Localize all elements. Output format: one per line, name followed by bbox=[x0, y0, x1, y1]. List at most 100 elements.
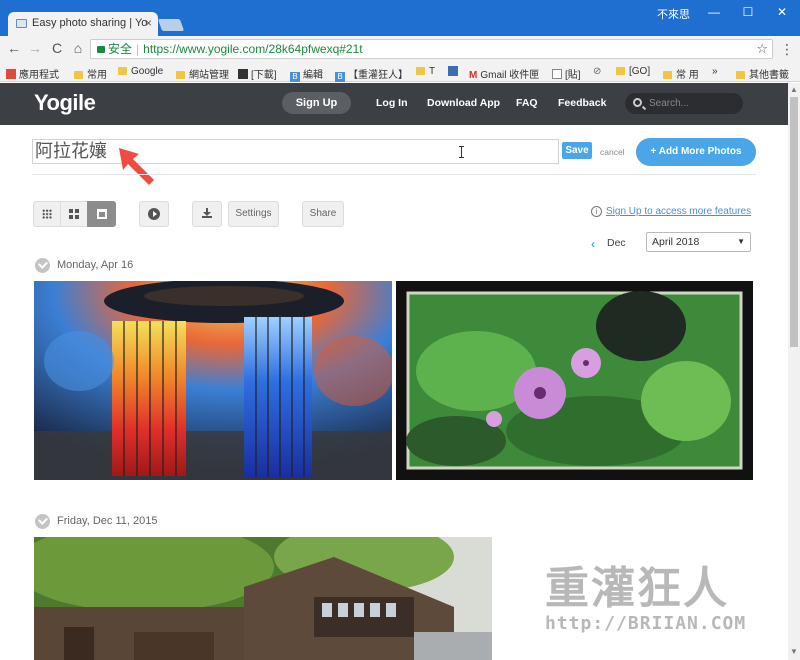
bookmark-star-icon[interactable]: ☆ bbox=[756, 40, 768, 58]
folder-icon bbox=[176, 71, 185, 79]
bookmark-item[interactable]: T bbox=[416, 66, 435, 77]
settings-button[interactable]: Settings bbox=[228, 201, 279, 227]
bookmark-item[interactable] bbox=[448, 66, 461, 78]
album-title-input[interactable]: 阿拉花孃 bbox=[32, 139, 559, 164]
chevron-down-icon: ▼ bbox=[737, 237, 745, 246]
maximize-icon[interactable]: ☐ bbox=[738, 4, 758, 20]
bookmark-item[interactable]: B 【重灌狂人】 bbox=[335, 66, 408, 82]
grid-squares-icon bbox=[69, 209, 79, 219]
prev-month-label[interactable]: Dec bbox=[607, 237, 626, 249]
grid-dots-icon bbox=[42, 209, 52, 219]
bookmark-item[interactable]: [下載] bbox=[238, 66, 277, 81]
folder-icon bbox=[74, 71, 83, 79]
view-calendar-button[interactable] bbox=[87, 201, 116, 227]
bookmark-item[interactable]: 常 用 bbox=[663, 66, 699, 81]
select-day-check-icon[interactable] bbox=[35, 258, 50, 273]
text-cursor-icon bbox=[459, 146, 464, 158]
search-input[interactable]: Search... bbox=[625, 93, 743, 114]
add-more-photos-button[interactable]: + Add More Photos bbox=[636, 138, 756, 166]
bookmark-item[interactable]: M Gmail 收件匣 bbox=[469, 66, 539, 81]
share-button[interactable]: Share bbox=[302, 201, 344, 227]
watermark-chinese: 重灌狂人 bbox=[545, 563, 729, 614]
secure-label: 安全 bbox=[108, 42, 133, 56]
dome-of-light-photo bbox=[34, 281, 392, 480]
bookmark-item[interactable]: B 編輯 bbox=[290, 66, 323, 82]
info-icon: i bbox=[591, 206, 602, 217]
folder-icon bbox=[663, 71, 672, 79]
bookmark-item[interactable]: 網站管理 bbox=[176, 66, 229, 81]
search-placeholder: Search... bbox=[649, 98, 690, 109]
bookmark-item[interactable]: ⊘ bbox=[593, 66, 604, 77]
wooden-building-photo bbox=[34, 537, 492, 660]
page-scrollbar[interactable]: ▲ ▼ bbox=[788, 83, 800, 660]
browser-toolbar: ← → C ⌂ 安全 | https://www.yogile.com/28k64p… bbox=[0, 36, 800, 62]
site-icon bbox=[238, 69, 248, 79]
folder-icon bbox=[118, 67, 127, 75]
profile-name[interactable]: 不來思 bbox=[657, 6, 690, 22]
scroll-down-icon[interactable]: ▼ bbox=[790, 647, 798, 656]
url-text: https://www.yogile.com/28k64pfwexq#21t bbox=[143, 42, 363, 56]
bookmark-apps[interactable]: 應用程式 bbox=[6, 66, 59, 81]
signup-button[interactable]: Sign Up bbox=[282, 92, 351, 114]
divider bbox=[32, 174, 756, 175]
play-icon bbox=[148, 208, 160, 220]
watermark-url: http://BRIIAN.COM bbox=[545, 613, 747, 634]
folder-icon bbox=[736, 71, 745, 79]
photo-thumbnail[interactable] bbox=[396, 281, 753, 480]
bookmarks-overflow[interactable]: » bbox=[712, 66, 718, 77]
cancel-link[interactable]: cancel bbox=[600, 147, 625, 157]
nav-login[interactable]: Log In bbox=[376, 97, 408, 109]
scroll-up-icon[interactable]: ▲ bbox=[790, 85, 798, 94]
bookmark-item[interactable]: [貼] bbox=[552, 66, 581, 81]
bookmarks-bar: 應用程式 常用 Google 網站管理 [下載] B 編輯 B 【重灌狂人】 T M… bbox=[0, 62, 800, 82]
image-favicon-icon bbox=[16, 19, 27, 28]
site-header: Yogile Sign Up Log In Download App FAQ F… bbox=[0, 83, 788, 125]
close-window-icon[interactable]: ✕ bbox=[772, 4, 792, 20]
calendar-icon bbox=[96, 209, 107, 219]
back-icon[interactable]: ← bbox=[6, 40, 22, 56]
bookmark-item[interactable]: Google bbox=[118, 66, 163, 77]
tab-close-icon[interactable]: × bbox=[145, 16, 152, 30]
nav-download-app[interactable]: Download App bbox=[427, 97, 500, 109]
select-day-check-icon[interactable] bbox=[35, 514, 50, 529]
apps-icon bbox=[6, 69, 16, 79]
browser-tab[interactable]: Easy photo sharing | Yo × bbox=[8, 12, 158, 36]
view-small-grid-button[interactable] bbox=[33, 201, 61, 227]
month-select[interactable]: April 2018 ▼ bbox=[646, 232, 751, 252]
page-icon bbox=[552, 69, 562, 79]
forward-icon[interactable]: → bbox=[27, 40, 43, 56]
slideshow-button[interactable] bbox=[139, 201, 169, 227]
view-large-grid-button[interactable] bbox=[60, 201, 88, 227]
b-icon: B bbox=[290, 72, 300, 82]
reload-icon[interactable]: C bbox=[49, 40, 65, 56]
site-logo[interactable]: Yogile bbox=[34, 90, 96, 116]
download-icon bbox=[202, 208, 212, 218]
bookmark-item[interactable]: 常用 bbox=[74, 66, 107, 81]
gmail-icon: M bbox=[469, 70, 478, 81]
home-icon[interactable]: ⌂ bbox=[70, 40, 86, 56]
tab-title: Easy photo sharing | Yo bbox=[32, 17, 148, 29]
photo-thumbnail[interactable] bbox=[34, 281, 392, 480]
bookmark-item[interactable]: [GO] bbox=[616, 66, 650, 77]
photo-thumbnail[interactable] bbox=[34, 537, 492, 660]
lock-icon bbox=[97, 46, 105, 53]
signup-features-link[interactable]: i Sign Up to access more features bbox=[591, 206, 751, 217]
download-button[interactable] bbox=[192, 201, 222, 227]
minimize-icon[interactable]: — bbox=[704, 4, 724, 20]
nav-faq[interactable]: FAQ bbox=[516, 97, 538, 109]
address-bar[interactable]: 安全 | https://www.yogile.com/28k64pfwexq#21… bbox=[90, 39, 773, 59]
link-icon: ⊘ bbox=[593, 66, 602, 77]
folder-icon bbox=[416, 67, 425, 75]
day-label: Friday, Dec 11, 2015 bbox=[57, 515, 158, 527]
watermark: 重灌狂人 http://BRIIAN.COM bbox=[545, 563, 747, 635]
browser-menu-icon[interactable]: ⋮ bbox=[780, 41, 794, 58]
red-arrow-icon bbox=[119, 148, 154, 185]
search-icon bbox=[633, 98, 642, 107]
new-tab-button[interactable] bbox=[157, 19, 185, 31]
folder-icon bbox=[616, 67, 625, 75]
bookmark-other[interactable]: 其他書籤 bbox=[736, 66, 789, 81]
save-button[interactable]: Save bbox=[562, 142, 592, 159]
scroll-thumb[interactable] bbox=[790, 97, 798, 347]
nav-feedback[interactable]: Feedback bbox=[558, 97, 606, 109]
prev-month-icon[interactable]: ‹ bbox=[591, 237, 595, 251]
